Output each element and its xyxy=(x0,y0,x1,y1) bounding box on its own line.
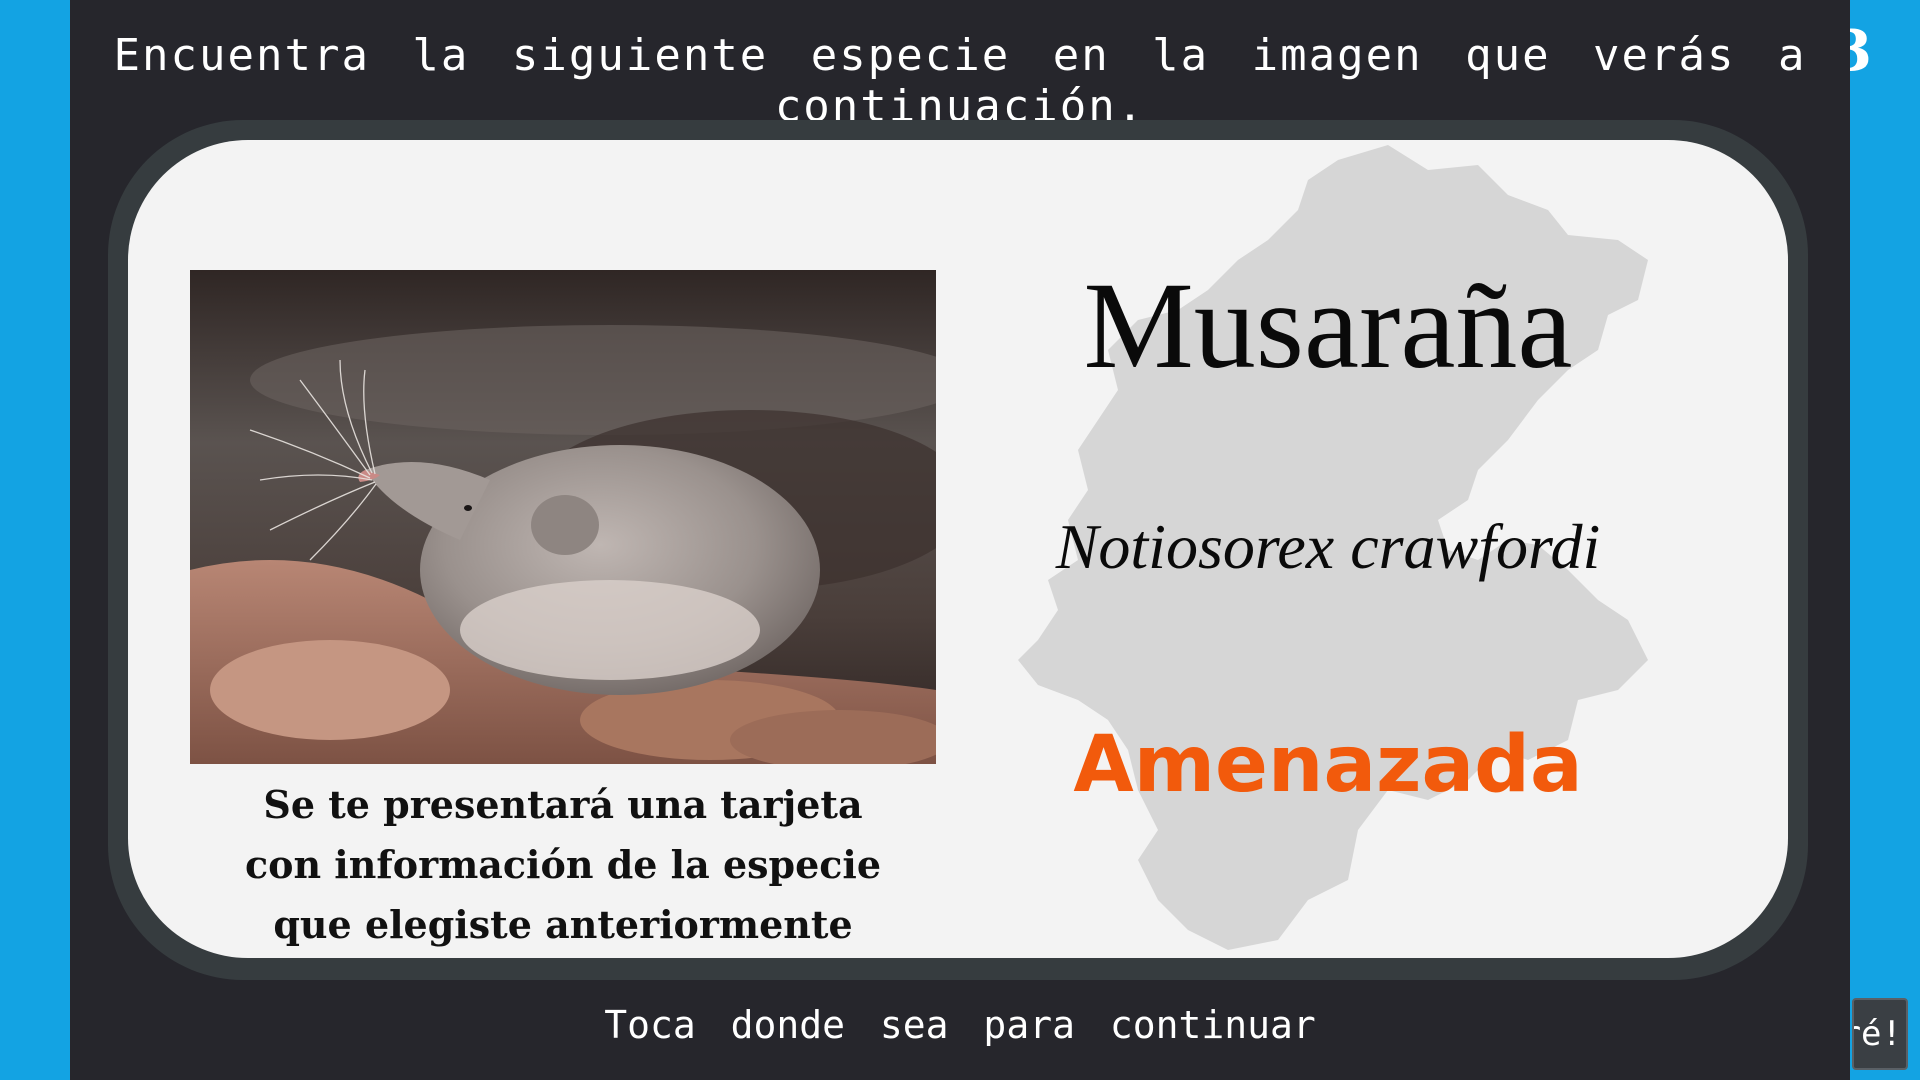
background-action-button[interactable]: ¡ré! xyxy=(1852,998,1908,1070)
game-screen: 3 ¡ré! Encuentra la siguiente especie en… xyxy=(0,0,1920,1080)
species-card-frame: Se te presentará una tarjeta con informa… xyxy=(108,120,1808,980)
species-common-name: Musaraña xyxy=(1083,257,1573,394)
species-scientific-name: Notiosorex crawfordi xyxy=(1055,511,1601,582)
background-left-strip xyxy=(0,0,70,1080)
species-info-overlay[interactable]: Encuentra la siguiente especie en la ima… xyxy=(70,0,1850,1080)
species-photo xyxy=(190,270,936,764)
species-card: Se te presentará una tarjeta con informa… xyxy=(128,140,1788,958)
instruction-text: Encuentra la siguiente especie en la ima… xyxy=(113,30,1807,132)
card-caption: Se te presentará una tarjeta con informa… xyxy=(190,775,936,955)
caption-line: con información de la especie xyxy=(244,842,882,887)
caption-line: Se te presentará una tarjeta xyxy=(263,782,863,827)
shrew-photo-icon xyxy=(190,270,936,764)
tap-to-continue-hint[interactable]: Toca donde sea para continuar xyxy=(70,1003,1850,1047)
conservation-status: Amenazada xyxy=(1073,720,1583,810)
caption-line: que elegiste anteriormente xyxy=(273,902,853,947)
background-right-strip: 3 ¡ré! xyxy=(1833,0,1920,1080)
